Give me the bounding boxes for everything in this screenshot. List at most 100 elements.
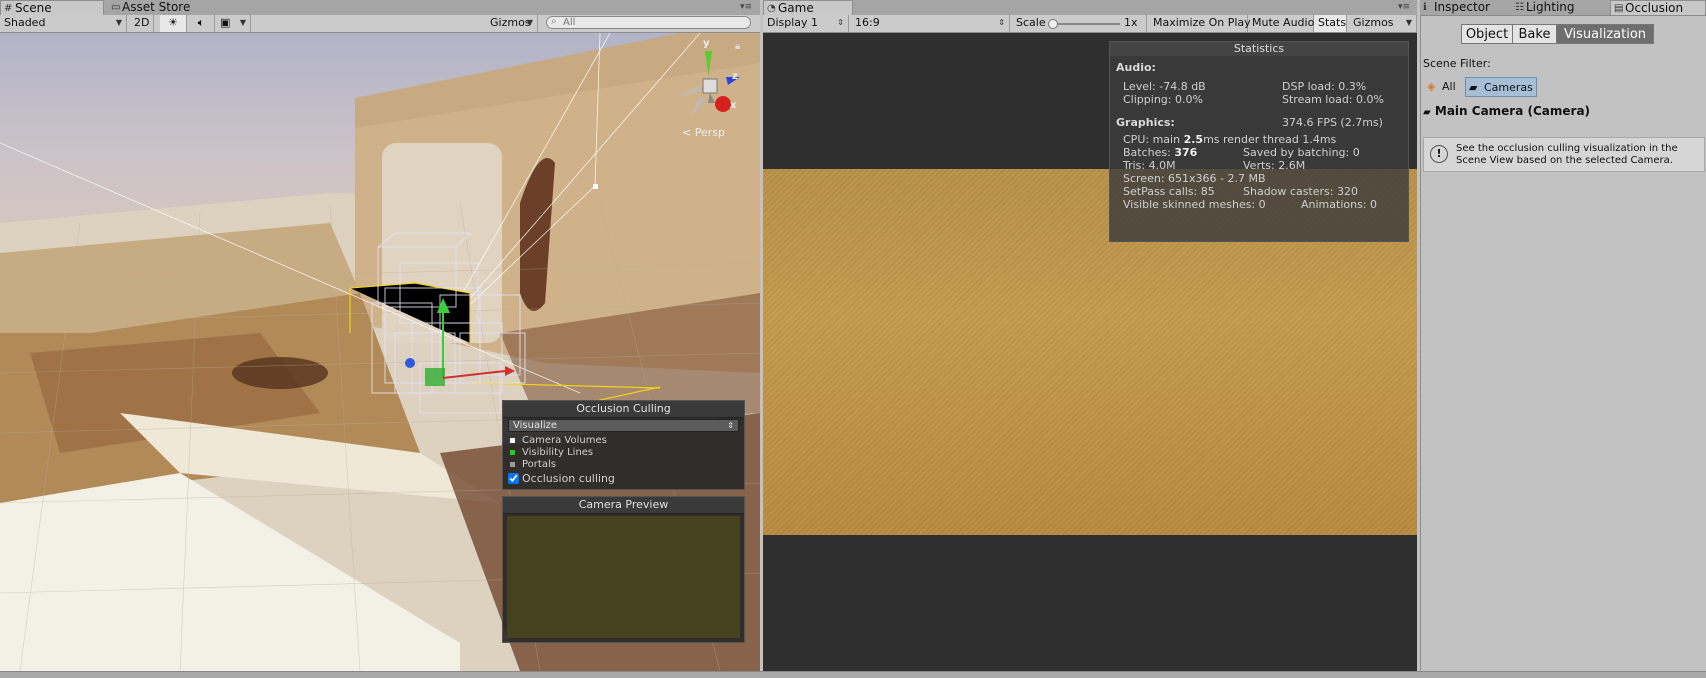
camera-preview-image (507, 516, 740, 638)
maximize-label: Maximize On Play (1153, 16, 1251, 29)
segment-bake[interactable]: Bake (1512, 24, 1557, 44)
filter-all-button[interactable]: ◈ All (1424, 77, 1462, 97)
tab-occlusion[interactable]: ▤ Occlusion (1610, 0, 1706, 15)
batches-prefix: Batches: (1123, 146, 1175, 159)
occlusion-culling-checkbox[interactable]: Occlusion culling (508, 472, 615, 485)
scene-tab-bar: # Scene ▭ Asset Store ▾≡ (0, 0, 760, 16)
orientation-gizmo[interactable] (670, 41, 760, 131)
dsp-load: DSP load: 0.3% (1282, 80, 1367, 93)
game-gizmos-dropdown[interactable]: Gizmos ▼ (1349, 15, 1417, 32)
chevron-left-icon: < (682, 126, 692, 139)
audio-level: Level: -74.8 dB (1123, 80, 1206, 93)
batches-value: 376 (1174, 146, 1198, 159)
cube-icon: ◈ (1427, 80, 1436, 93)
segment-bake-label: Bake (1518, 27, 1551, 42)
toggle-2d-label: 2D (134, 16, 150, 29)
projection-toggle[interactable]: < Persp (682, 126, 725, 139)
panel-menu-icon[interactable]: ▾≡ (740, 2, 752, 12)
sun-icon: ☀ (168, 16, 178, 29)
tab-inspector[interactable]: ℹ Inspector (1420, 0, 1510, 15)
shadow-casters: Shadow casters: 320 (1243, 185, 1358, 198)
scale-label: Scale (1016, 16, 1046, 29)
scene-view[interactable]: y z x 🔒︎ < Persp Occlusion Culling Visua… (0, 33, 760, 671)
image-icon: ▣ (220, 16, 231, 29)
mute-label: Mute Audio (1252, 16, 1315, 29)
verts-count: Verts: 2.6M (1243, 159, 1306, 172)
display-dropdown[interactable]: Display 1 ⇕ (763, 15, 849, 32)
updown-icon: ⇕ (727, 421, 734, 430)
visualize-mode-dropdown[interactable]: Visualize ⇕ (508, 419, 739, 432)
game-gizmos-label: Gizmos (1353, 16, 1394, 29)
maximize-on-play-toggle[interactable]: Maximize On Play (1149, 15, 1251, 32)
occlusion-culling-check[interactable] (508, 473, 519, 484)
statistics-title: Statistics (1110, 42, 1408, 56)
visualize-mode-value: Visualize (513, 420, 558, 431)
graphics-heading: Graphics: (1116, 116, 1175, 129)
stats-toggle[interactable]: Stats (1314, 15, 1347, 32)
segment-visualization-label: Visualization (1563, 27, 1647, 42)
legend-swatch (510, 438, 515, 443)
camera-preview-title: Camera Preview (503, 497, 744, 514)
hierarchy-search-input[interactable]: ⌕ All (546, 16, 751, 29)
cpu-times: CPU: main 2.5ms render thread 1.4ms (1123, 134, 1336, 146)
grid-icon: # (4, 3, 13, 14)
filter-cameras-button[interactable]: ▰ Cameras (1465, 77, 1537, 97)
search-placeholder: All (563, 17, 576, 28)
fps-value: 374.6 FPS (2.7ms) (1282, 116, 1383, 129)
help-line-1: See the occlusion culling visualization … (1456, 143, 1678, 154)
scale-slider-thumb[interactable] (1048, 19, 1058, 29)
game-toolbar: Display 1 ⇕ 16:9 ⇕ Scale 1x Maximize On … (763, 15, 1417, 33)
legend-swatch (510, 450, 515, 455)
legend-label: Portals (522, 459, 556, 470)
filter-cameras-label: Cameras (1484, 81, 1533, 94)
projection-label: Persp (694, 126, 725, 139)
tab-game[interactable]: ◔ Game (763, 0, 853, 15)
visible-skinned-meshes: Visible skinned meshes: 0 (1123, 198, 1266, 211)
legend-swatch (510, 462, 515, 467)
batches: Batches: 376 (1123, 147, 1197, 159)
aspect-dropdown[interactable]: 16:9 ⇕ (851, 15, 1010, 32)
audio-heading: Audio: (1116, 61, 1156, 74)
scale-control: Scale 1x (1012, 15, 1147, 32)
tab-asset-store[interactable]: ▭ Asset Store (108, 0, 218, 15)
scene-filter-label: Scene Filter: (1423, 57, 1491, 70)
panel-menu-icon[interactable]: ▾≡ (1398, 2, 1410, 12)
store-icon: ▭ (111, 2, 121, 13)
segment-visualization[interactable]: Visualization (1556, 24, 1654, 44)
scene-gizmos-label: Gizmos (490, 16, 531, 29)
audio-clipping: Clipping: 0.0% (1123, 93, 1203, 106)
axis-y-label: y (703, 38, 710, 49)
game-view[interactable]: Statistics Audio: Level: -74.8 dB DSP lo… (763, 33, 1417, 671)
inspector-tab-bar: ℹ Inspector ☷ Lighting ▤ Occlusion (1420, 0, 1706, 16)
lock-icon[interactable]: 🔒︎ (735, 41, 740, 52)
speaker-icon: 🔈︎ (197, 16, 205, 29)
tab-lighting[interactable]: ☷ Lighting (1512, 0, 1608, 15)
occlusion-window: Object Bake Visualization Scene Filter: … (1420, 16, 1706, 677)
draw-mode-dropdown[interactable]: Shaded ▼ (0, 15, 127, 32)
scene-lighting-toggle[interactable]: ☀ (160, 15, 187, 32)
camera-icon: ▰ (1423, 107, 1431, 118)
chevron-down-icon: ▼ (115, 18, 122, 27)
scale-slider[interactable] (1048, 19, 1120, 29)
lighting-icon: ☷ (1515, 2, 1524, 13)
scene-audio-toggle[interactable]: 🔈︎ (188, 15, 215, 32)
stream-load: Stream load: 0.0% (1282, 93, 1384, 106)
camera-header: ▰ Main Camera (Camera) (1423, 104, 1590, 118)
scene-gizmos-dropdown[interactable]: Gizmos ▼ (486, 15, 538, 32)
animations-count: Animations: 0 (1301, 198, 1378, 211)
filter-all-label: All (1442, 80, 1456, 93)
chevron-down-icon: ▼ (526, 18, 533, 27)
help-box: ! See the occlusion culling visualizatio… (1423, 137, 1705, 172)
scene-effects-dropdown[interactable]: ▣ ▼ (216, 15, 251, 32)
tab-scene[interactable]: # Scene (0, 0, 104, 15)
toggle-2d-button[interactable]: 2D (130, 15, 154, 32)
tab-scene-label: Scene (15, 1, 52, 15)
scale-value: 1x (1124, 16, 1138, 29)
segment-object[interactable]: Object (1461, 24, 1513, 44)
cpu-suffix: ms render thread 1.4ms (1203, 133, 1337, 146)
legend-portals: Portals (508, 459, 556, 470)
occlusion-culling-label: Occlusion culling (522, 472, 615, 485)
aspect-value: 16:9 (855, 16, 880, 29)
occlusion-culling-overlay: Occlusion Culling Visualize ⇕ Camera Vol… (502, 400, 745, 490)
mute-audio-toggle[interactable]: Mute Audio (1248, 15, 1314, 32)
